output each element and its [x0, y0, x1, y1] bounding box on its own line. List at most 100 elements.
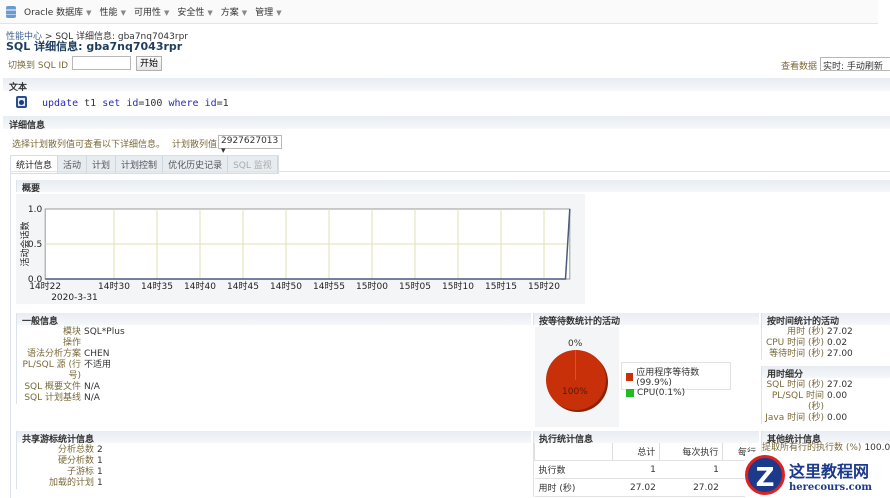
- pie-label-top: 0%: [568, 339, 583, 349]
- plan-hint: 选择计划散列值可查看以下详细信息。: [12, 140, 166, 150]
- info-row: 模块 SQL*Plus: [17, 327, 531, 338]
- legend-label: CPU(0.1%): [637, 388, 686, 398]
- go-button[interactable]: 开始: [136, 56, 163, 71]
- info-value: 1: [97, 467, 103, 477]
- sql-document-icon[interactable]: [16, 96, 27, 108]
- info-key: 子游标: [66, 467, 94, 477]
- info-value: N/A: [84, 393, 100, 403]
- info-key: 分析总数: [57, 445, 94, 455]
- nav-oracle-db[interactable]: Oracle 数据库 ▼: [24, 5, 92, 18]
- legend-swatch: [626, 389, 634, 397]
- cell: 1: [659, 460, 723, 479]
- info-value: CHEN: [84, 349, 110, 359]
- info-row: 操作: [17, 338, 531, 349]
- view-data-select[interactable]: 实时: 手动刷新: [820, 57, 890, 71]
- table-row: 执行数111: [534, 460, 760, 479]
- wait-panel: 按等待数统计的活动: [533, 313, 759, 327]
- plan-hash-label: 计划散列值: [172, 140, 218, 150]
- info-key: 操作: [62, 338, 81, 348]
- info-key: SQL 计划基线: [24, 393, 81, 403]
- other-title: 其他统计信息: [762, 431, 890, 445]
- table-row: 用时 (秒)27.0227.0227: [534, 478, 760, 497]
- info-value: 27.02: [827, 327, 853, 337]
- info-value: 27.02: [827, 380, 853, 390]
- switch-sql-id-label: 切换到 SQL ID: [8, 61, 69, 71]
- cell: 27.02: [612, 478, 660, 497]
- info-key: 加载的计划: [48, 478, 94, 488]
- info-row: SQL 时间 (秒) 27.02: [762, 380, 890, 391]
- legend-item: CPU(0.1%): [626, 388, 726, 398]
- info-key: PL/SQL 源 (行号): [22, 360, 81, 381]
- info-value: 0.00: [827, 413, 848, 423]
- text-section-header: 文本: [3, 78, 890, 93]
- info-key: 硬分析数: [57, 456, 94, 466]
- info-row: SQL 概要文件 N/A: [17, 382, 531, 393]
- info-row: 等待时间 (秒) 27.00: [762, 349, 890, 360]
- view-data-value: 实时: 手动刷新: [823, 62, 883, 71]
- info-row: 语法分析方案 CHEN: [17, 349, 531, 360]
- pie-slice-app-wait: [546, 350, 606, 410]
- nav-admin[interactable]: 管理 ▼: [255, 5, 281, 18]
- legend-label: 应用程序等待数(99.9%): [636, 368, 700, 388]
- info-value: 1: [97, 478, 103, 488]
- info-row: 分析总数 2: [17, 445, 531, 456]
- nav-schema[interactable]: 方案 ▼: [221, 5, 247, 18]
- date-label: 2020-3-31: [51, 293, 98, 303]
- x-tick-label: 15时15: [485, 280, 517, 292]
- watermark-logo-icon: Z: [745, 455, 785, 495]
- info-row: SQL 计划基线 N/A: [17, 393, 531, 404]
- info-row: PL/SQL 时间 (秒) 0.00: [762, 391, 890, 413]
- info-value: 0.00: [827, 391, 848, 401]
- info-row: 加载的计划 1: [17, 478, 531, 489]
- breakdown-title: 用时细分: [762, 366, 890, 380]
- x-tick-label: 14时35: [141, 280, 173, 292]
- x-tick-label: 15时10: [442, 280, 474, 292]
- nav-performance[interactable]: 性能 ▼: [100, 5, 126, 18]
- x-tick-label: 14时40: [184, 280, 216, 292]
- general-title: 一般信息: [17, 313, 531, 327]
- col-header: [534, 443, 613, 461]
- cell: 用时 (秒): [534, 478, 613, 497]
- info-key: 语法分析方案: [26, 349, 81, 359]
- info-value: 2: [97, 445, 103, 455]
- info-key: 用时 (秒): [787, 327, 824, 337]
- x-tick-label: 14时55: [313, 280, 345, 292]
- pie-label-main: 100%: [562, 387, 588, 397]
- info-key: PL/SQL 时间 (秒): [771, 391, 824, 412]
- col-header: 每次执行: [659, 443, 723, 461]
- plan-hash-value: 2927627013: [221, 136, 279, 146]
- sql-id-input[interactable]: [72, 56, 131, 70]
- sql-text: update t1 set id=100 where id=1: [42, 98, 229, 109]
- info-key: CPU 时间 (秒): [765, 338, 824, 348]
- legend-item: 应用程序等待数(99.9%): [626, 365, 726, 388]
- nav-availability[interactable]: 可用性 ▼: [134, 5, 169, 18]
- info-key: 等待时间 (秒): [769, 349, 824, 359]
- info-row: 用时 (秒) 27.02: [762, 327, 890, 338]
- wait-title: 按等待数统计的活动: [534, 313, 759, 327]
- exec-table: 总计每次执行每行 执行数111 用时 (秒)27.0227.0227: [534, 443, 760, 497]
- y-tick-label: 1.0: [28, 205, 43, 215]
- x-tick-label: 15时00: [356, 280, 388, 292]
- x-tick-label: 15时05: [399, 280, 431, 292]
- info-key: 模块: [62, 327, 81, 337]
- nav-security[interactable]: 安全性 ▼: [177, 5, 212, 18]
- time-activity-panel: 按时间统计的活动 用时 (秒) 27.02 CPU 时间 (秒) 0.02 等待时间 (…: [761, 313, 890, 360]
- info-value: 不适用: [84, 360, 112, 370]
- plan-hash-select[interactable]: 2927627013 ▾: [218, 135, 282, 156]
- info-value: 27.00: [827, 349, 853, 359]
- watermark-url: herecours.com: [789, 481, 873, 493]
- watermark: Z 这里教程网 herecours.com: [745, 452, 890, 498]
- time-activity-title: 按时间统计的活动: [762, 313, 890, 327]
- exec-panel: 执行统计信息 总计每次执行每行 执行数111 用时 (秒)27.0227.022…: [533, 431, 760, 497]
- activity-chart: 14时22 14时30 14时35 14时40 14时45 14时50 14时55 15时00…: [19, 205, 571, 303]
- x-tick-label: 14时45: [227, 280, 259, 292]
- col-header: 总计: [611, 443, 660, 461]
- pie-slice-cpu: [575, 350, 576, 380]
- database-icon: [6, 5, 16, 18]
- info-key: Java 时间 (秒): [765, 413, 824, 423]
- info-value: 0.02: [827, 338, 848, 348]
- y-axis-label: 活动会话数: [19, 221, 31, 266]
- pie-legend: 应用程序等待数(99.9%) CPU(0.1%): [621, 362, 731, 398]
- info-key: SQL 概要文件: [24, 382, 81, 392]
- x-tick-label: 14时30: [98, 280, 130, 292]
